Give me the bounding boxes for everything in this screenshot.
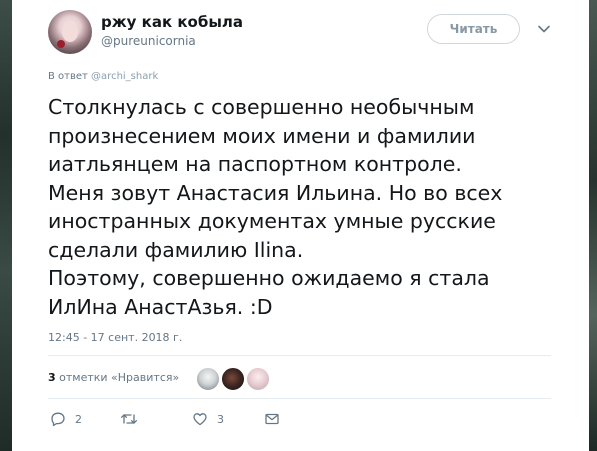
envelope-icon	[265, 413, 279, 425]
like-button[interactable]: 3	[192, 409, 224, 429]
tweet-timestamp[interactable]: 12:45 - 17 сент. 2018 г.	[48, 331, 182, 344]
liker-avatar[interactable]	[196, 367, 220, 391]
likes-summary[interactable]: 3 отметки «Нравится»	[48, 371, 179, 384]
follow-button[interactable]: Читать	[427, 14, 520, 44]
reply-to-line: В ответ @archi_shark	[48, 71, 158, 82]
tweet-text: Столкнулась с совершенно необычным произ…	[48, 95, 503, 319]
avatar-face	[62, 22, 78, 42]
reply-icon	[51, 412, 65, 427]
message-button[interactable]	[264, 409, 280, 429]
author-display-name[interactable]: ржу как кобыла	[101, 13, 243, 31]
reply-to-mention[interactable]: @archi_shark	[91, 71, 158, 82]
author-avatar[interactable]	[48, 10, 92, 54]
divider-top	[48, 355, 551, 356]
reply-count: 2	[75, 412, 82, 426]
tweet-card: ржу как кобыла @pureunicornia Читать В о…	[12, 0, 589, 451]
divider-bottom	[48, 398, 551, 399]
reply-button[interactable]: 2	[50, 409, 82, 429]
likes-label: отметки «Нравится»	[59, 371, 180, 384]
avatar-rose	[57, 40, 65, 48]
reply-to-prefix: В ответ	[48, 71, 88, 82]
like-count: 3	[217, 412, 224, 426]
chevron-down-icon[interactable]	[537, 22, 551, 36]
author-handle[interactable]: @pureunicornia	[101, 34, 196, 48]
background-left	[0, 0, 12, 451]
background-right	[589, 0, 597, 451]
liker-avatar[interactable]	[221, 367, 245, 391]
retweet-button[interactable]	[120, 409, 147, 429]
retweet-icon	[120, 414, 138, 424]
heart-icon	[193, 413, 207, 426]
likes-count: 3	[48, 371, 56, 384]
liker-avatar[interactable]	[246, 367, 270, 391]
